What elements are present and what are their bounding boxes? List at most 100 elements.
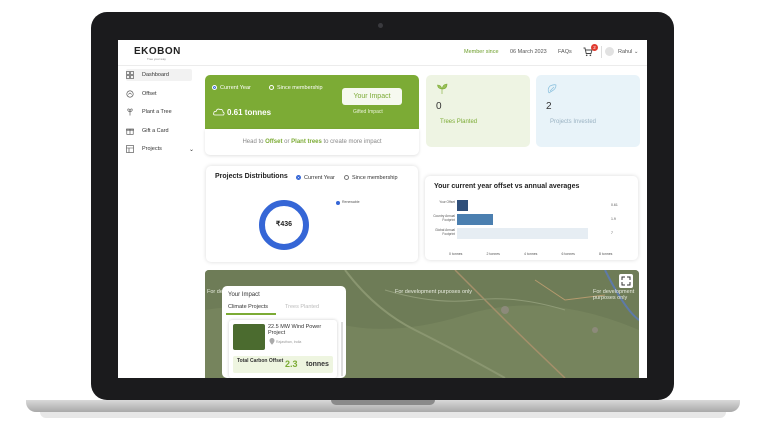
radio-label: Since membership bbox=[277, 85, 323, 91]
impact-map[interactable]: For development purposes only For develo… bbox=[205, 270, 639, 378]
location-pin-icon bbox=[269, 338, 275, 345]
fullscreen-button[interactable] bbox=[619, 274, 633, 288]
map-dev-watermark: For development purposes only bbox=[593, 289, 635, 301]
panel-scrollbar[interactable] bbox=[341, 322, 343, 376]
trees-planted-value: 0 bbox=[436, 101, 442, 112]
impact-tonnes: 0.61 tonnes bbox=[227, 108, 272, 117]
x-tick-label: 8 tonnes bbox=[599, 252, 613, 256]
tree-icon bbox=[127, 108, 133, 116]
cloud-leaf-icon bbox=[213, 108, 225, 116]
fullscreen-icon bbox=[621, 276, 631, 286]
project-card[interactable]: 22.5 MW Wind Power Project Rajasthan, In… bbox=[229, 320, 337, 378]
offset-unit: tonnes bbox=[306, 361, 329, 368]
x-tick-label: 6 tonnes bbox=[561, 252, 575, 256]
sprout-icon bbox=[437, 83, 448, 94]
sidebar-item-label: Gift a Card bbox=[142, 128, 169, 134]
dashboard-icon bbox=[126, 71, 134, 79]
donut-chart[interactable]: ₹436 bbox=[259, 200, 309, 250]
bar-value-label: 7 bbox=[611, 231, 613, 235]
logo-tagline: Tree your way bbox=[147, 57, 166, 61]
sidebar-item-label: Projects bbox=[142, 146, 162, 152]
legend-renewable: Renewable bbox=[342, 200, 360, 204]
radio-on-icon bbox=[296, 175, 301, 180]
sidebar-item-label: Plant a Tree bbox=[142, 109, 172, 115]
x-tick-label: 4 tonnes bbox=[524, 252, 538, 256]
sidebar: Dashboard Offset Plant a Tree Gift a Car… bbox=[118, 67, 198, 378]
x-tick-label: 2 tonnes bbox=[486, 252, 500, 256]
laptop-shadow bbox=[40, 412, 726, 418]
leaf-hand-icon bbox=[547, 84, 557, 94]
offset-icon bbox=[126, 90, 134, 98]
donut-total: ₹436 bbox=[275, 221, 293, 228]
radio-current-year[interactable]: Current Year bbox=[212, 85, 251, 91]
bar-mark[interactable] bbox=[457, 214, 493, 225]
tab-trees-planted[interactable]: Trees Planted bbox=[285, 304, 319, 310]
offset-value: 2.3 bbox=[285, 359, 298, 369]
bar-value-label: 1.9 bbox=[611, 217, 616, 221]
offset-link[interactable]: Offset bbox=[265, 139, 282, 145]
chart-title: Your current year offset vs annual avera… bbox=[434, 183, 580, 190]
user-menu[interactable]: Rahul ⌄ bbox=[618, 49, 639, 55]
sidebar-item-offset[interactable]: Offset bbox=[126, 88, 157, 100]
map-dev-watermark: For development purposes only bbox=[395, 289, 473, 295]
head-suffix: to create more impact bbox=[321, 139, 382, 145]
your-impact-button[interactable]: Your Impact bbox=[342, 88, 402, 105]
bar-category-label: Global Annual Footprint bbox=[435, 228, 455, 236]
project-name: 22.5 MW Wind Power Project bbox=[268, 324, 322, 336]
chevron-down-icon: ⌄ bbox=[188, 146, 194, 153]
radio-off-icon bbox=[269, 85, 274, 90]
sidebar-item-gift-card[interactable]: Gift a Card bbox=[126, 125, 169, 137]
trees-planted-card[interactable]: 0 Trees Planted bbox=[426, 75, 530, 147]
projects-icon bbox=[126, 145, 134, 153]
offset-label: Total Carbon Offset bbox=[237, 358, 284, 364]
sidebar-item-label: Offset bbox=[142, 91, 157, 97]
head-or: or bbox=[282, 139, 292, 145]
impact-card: Current Year Since membership Your Impac… bbox=[205, 75, 419, 129]
impact-card-footer: Head to Offset or Plant trees to create … bbox=[205, 129, 419, 155]
distribution-radio-since[interactable]: Since membership bbox=[344, 175, 398, 181]
camera-dot bbox=[378, 23, 383, 28]
logo-text: EKOBON bbox=[134, 46, 181, 57]
sidebar-item-plant-tree[interactable]: Plant a Tree bbox=[126, 106, 172, 118]
radio-since-membership[interactable]: Since membership bbox=[269, 85, 323, 91]
screen: EKOBON Tree your way Member since 06 Mar… bbox=[118, 40, 647, 378]
stage: EKOBON Tree your way Member since 06 Mar… bbox=[0, 0, 766, 442]
gift-icon bbox=[126, 128, 134, 135]
projects-distribution-card: Projects Distributions Current Year Sinc… bbox=[206, 166, 418, 262]
laptop-notch bbox=[331, 400, 435, 405]
bar-mark[interactable] bbox=[457, 200, 469, 211]
panel-title: Your Impact bbox=[228, 292, 260, 298]
logo[interactable]: EKOBON bbox=[134, 46, 181, 57]
distribution-radio-current[interactable]: Current Year bbox=[296, 175, 335, 181]
distribution-title: Projects Distributions bbox=[215, 173, 288, 180]
gifted-impact-label: Gifted Impact bbox=[353, 109, 383, 115]
head-to-text: Head to Offset or Plant trees to create … bbox=[205, 139, 419, 145]
plant-trees-link[interactable]: Plant trees bbox=[291, 139, 322, 145]
radio-label: Since membership bbox=[352, 175, 398, 181]
sidebar-item-projects[interactable]: Projects ⌄ bbox=[126, 143, 194, 155]
total-carbon-offset: Total Carbon Offset 2.3 tonnes bbox=[233, 356, 333, 373]
projects-invested-label: Projects Invested bbox=[550, 119, 597, 125]
projects-invested-card[interactable]: 2 Projects Invested bbox=[536, 75, 640, 147]
top-bar: EKOBON Tree your way Member since 06 Mar… bbox=[118, 40, 647, 66]
tab-climate-projects[interactable]: Climate Projects bbox=[228, 304, 268, 310]
radio-on-icon bbox=[212, 85, 217, 90]
offset-vs-average-card: Your current year offset vs annual avera… bbox=[425, 176, 638, 260]
x-tick-label: 0 tonnes bbox=[449, 252, 463, 256]
user-name: Rahul bbox=[618, 49, 633, 55]
sidebar-item-label: Dashboard bbox=[142, 72, 169, 78]
member-since-date: 06 March 2023 bbox=[510, 49, 547, 55]
active-tab-indicator bbox=[226, 313, 276, 315]
bar-mark[interactable] bbox=[457, 228, 589, 239]
bar-category-label: Your Offset bbox=[439, 200, 455, 204]
cart-badge: 2 bbox=[591, 44, 598, 51]
header-divider bbox=[601, 46, 602, 58]
sidebar-item-dashboard[interactable]: Dashboard bbox=[126, 69, 192, 81]
avatar[interactable] bbox=[605, 47, 614, 56]
faqs-link[interactable]: FAQs bbox=[558, 49, 572, 55]
project-image bbox=[233, 324, 265, 350]
your-impact-panel: Your Impact Climate Projects Trees Plant… bbox=[222, 286, 346, 378]
radio-off-icon bbox=[344, 175, 349, 180]
head-prefix: Head to bbox=[242, 139, 266, 145]
bar-category-label: Country Annual Footprint bbox=[433, 214, 455, 222]
